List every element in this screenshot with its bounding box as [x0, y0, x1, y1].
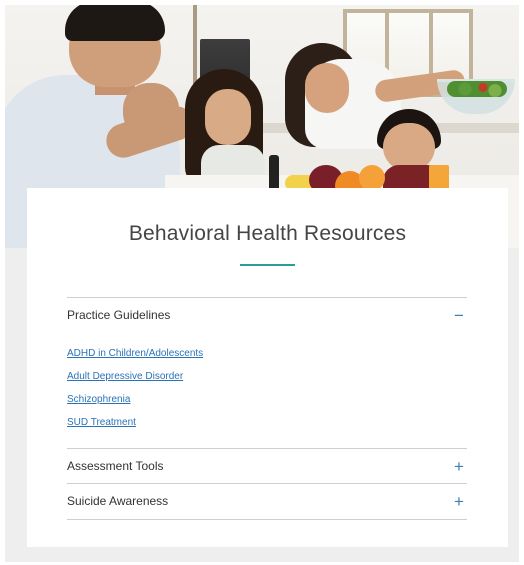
expand-plus-icon[interactable]: +: [451, 493, 467, 510]
page-frame: Behavioral Health Resources Practice Gui…: [5, 5, 519, 562]
accordion-suicide-awareness[interactable]: Suicide Awareness +: [67, 484, 467, 518]
resources-card: Behavioral Health Resources Practice Gui…: [27, 188, 508, 547]
link-sud-treatment[interactable]: SUD Treatment: [67, 417, 203, 428]
link-adult-depressive-disorder[interactable]: Adult Depressive Disorder: [67, 371, 203, 382]
divider: [67, 519, 467, 520]
title-underline: [240, 264, 295, 266]
accordion-practice-guidelines[interactable]: Practice Guidelines −: [67, 298, 467, 332]
page-title: Behavioral Health Resources: [128, 222, 407, 245]
collapse-minus-icon[interactable]: −: [451, 307, 467, 324]
accordion-label: Assessment Tools: [67, 459, 164, 473]
accordion-assessment-tools[interactable]: Assessment Tools +: [67, 449, 467, 483]
accordion-label: Suicide Awareness: [67, 494, 169, 508]
practice-guidelines-links: ADHD in Children/Adolescents Adult Depre…: [67, 348, 203, 440]
accordion-label: Practice Guidelines: [67, 308, 171, 322]
link-adhd[interactable]: ADHD in Children/Adolescents: [67, 348, 203, 359]
expand-plus-icon[interactable]: +: [451, 458, 467, 475]
link-schizophrenia[interactable]: Schizophrenia: [67, 394, 203, 405]
